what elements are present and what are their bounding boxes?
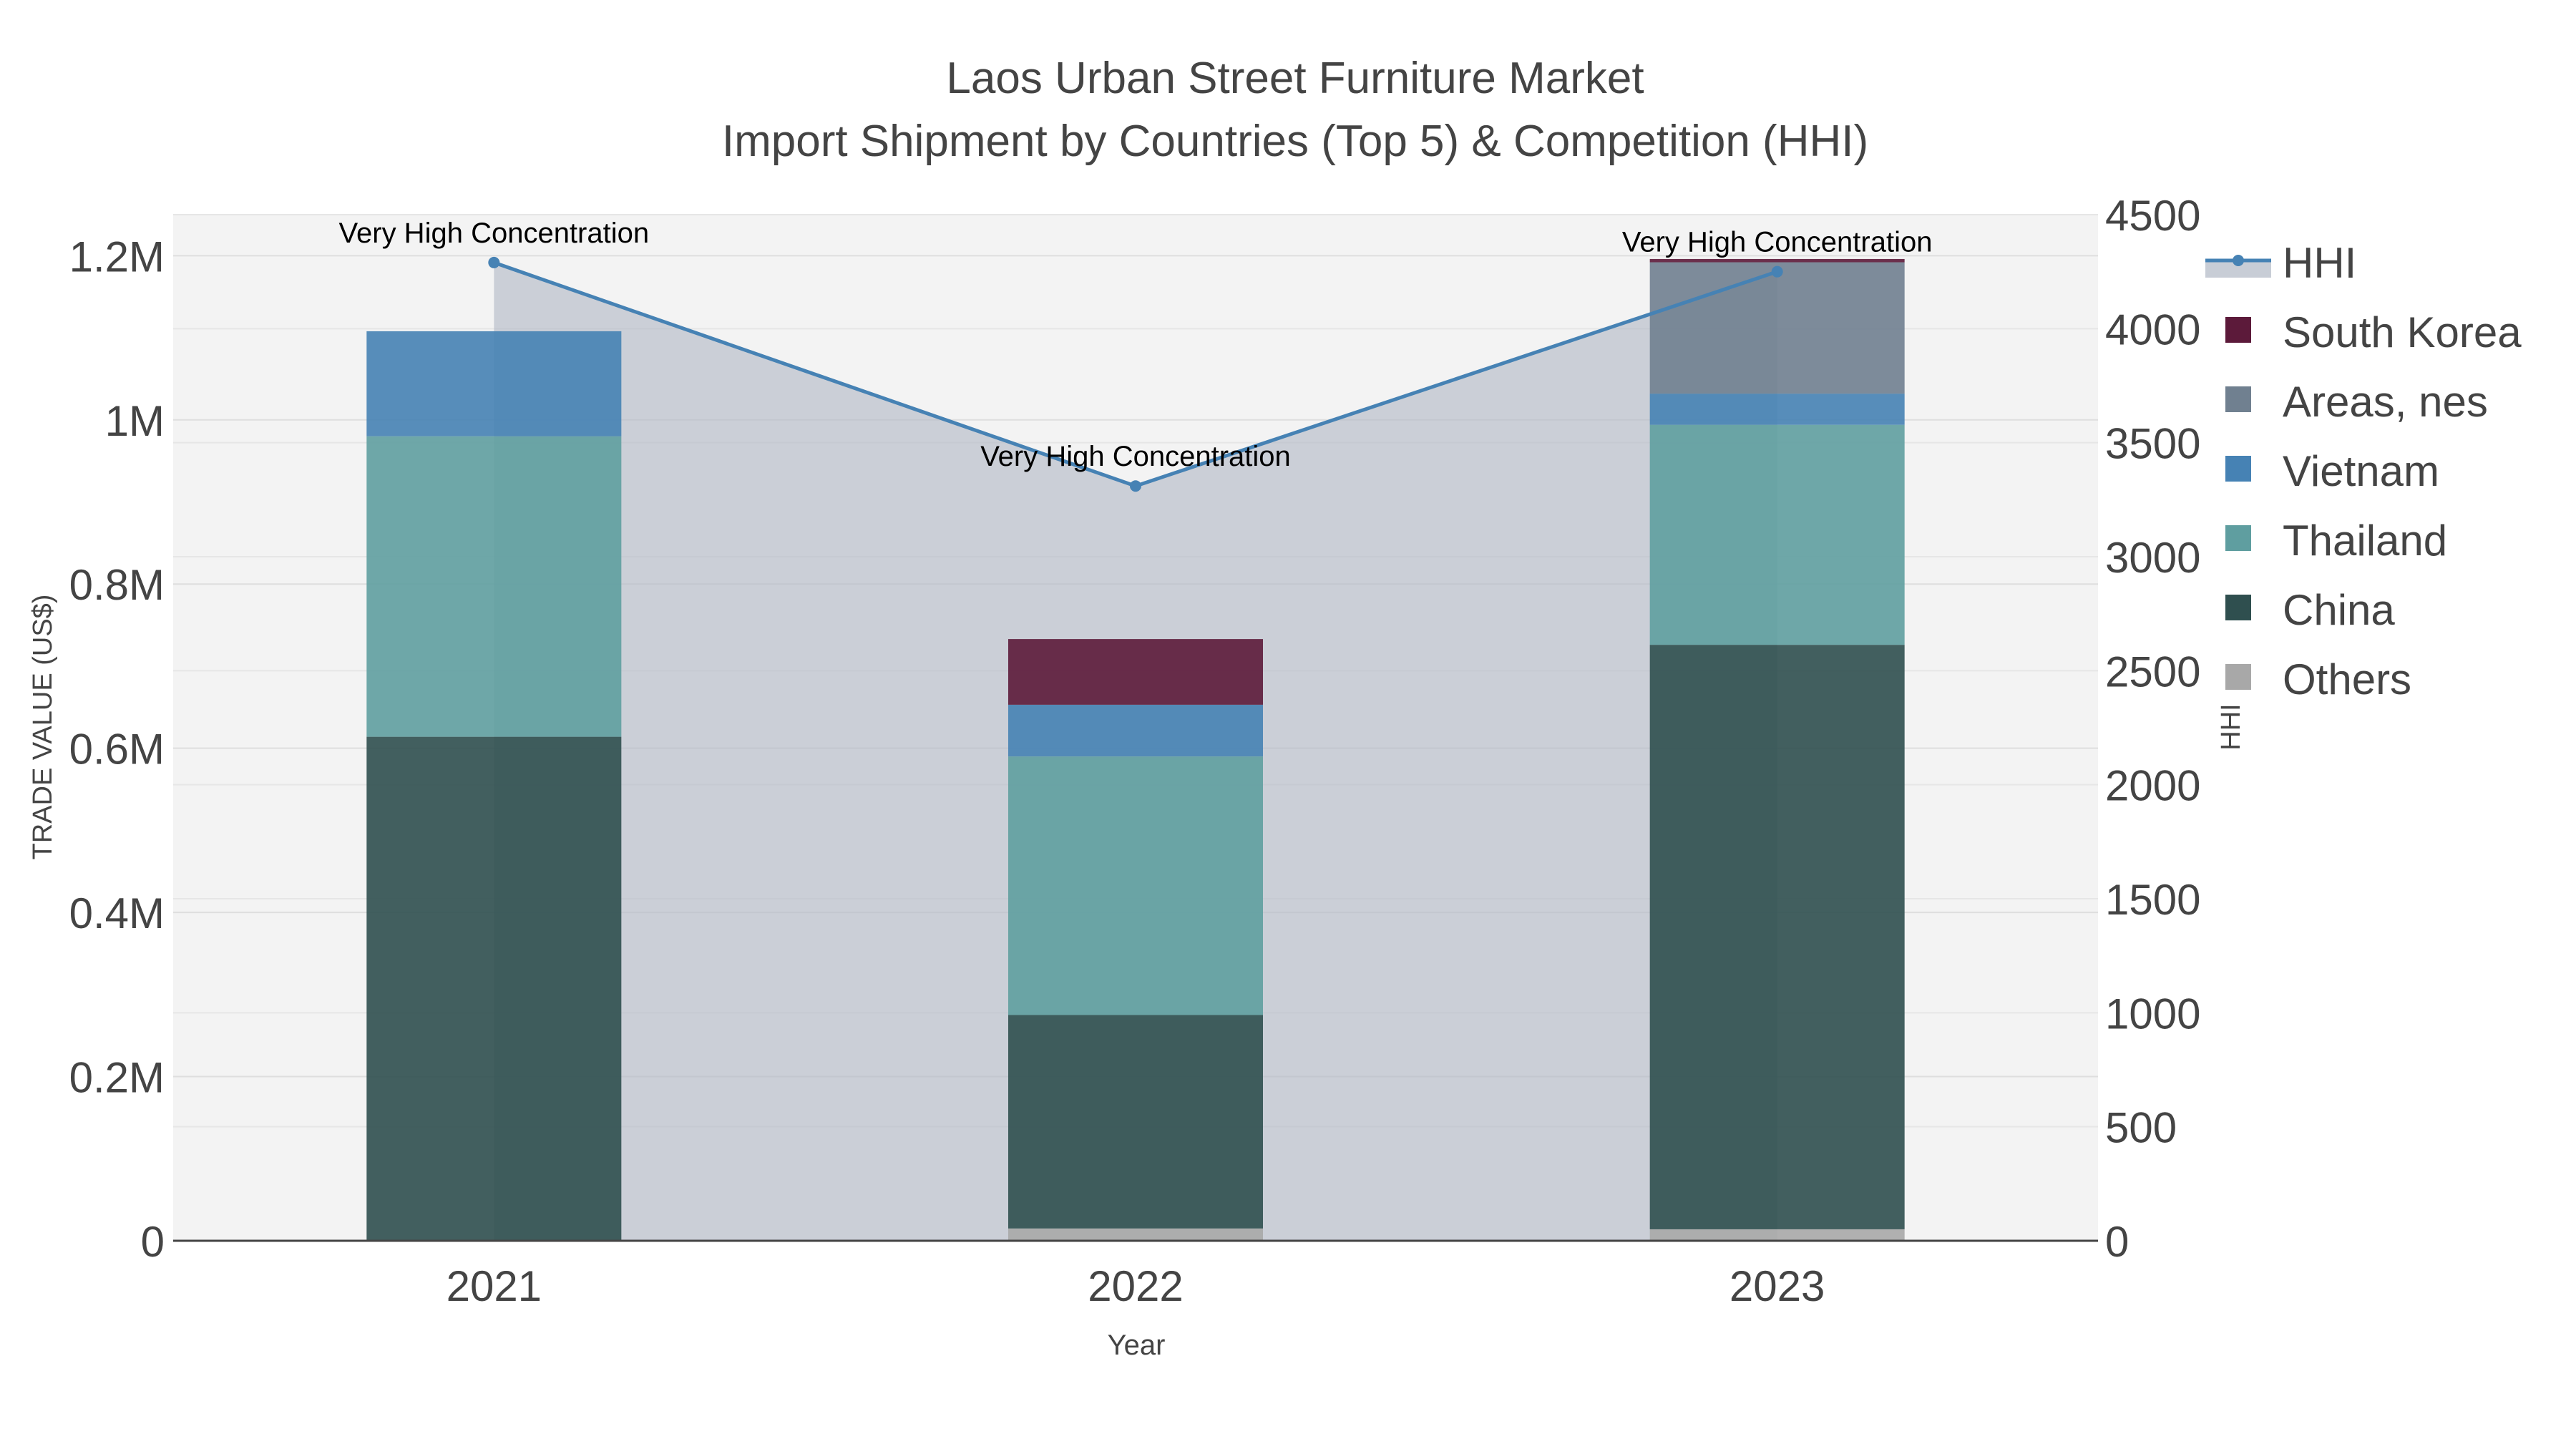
x-tick-label: 2021 <box>447 1262 542 1310</box>
chart-title-line2: Import Shipment by Countries (Top 5) & C… <box>722 117 1868 166</box>
y-axis-label: TRADE VALUE (US$) <box>28 595 58 860</box>
y2-tick-label: 500 <box>2105 1104 2177 1152</box>
y-tick-label: 1.2M <box>69 233 165 280</box>
legend-swatch <box>2225 664 2251 690</box>
bar-segment-china[interactable] <box>1649 645 1905 1229</box>
y2-tick-label: 1000 <box>2105 990 2200 1038</box>
y2-tick-label: 1500 <box>2105 876 2200 924</box>
hhi-annotation: Very High Concentration <box>1622 227 1933 258</box>
y2-tick-label: 4000 <box>2105 306 2200 353</box>
legend-label: China <box>2283 586 2395 634</box>
hhi-marker[interactable] <box>1771 265 1783 278</box>
y2-tick-label: 2000 <box>2105 762 2200 810</box>
bar-segment-vietnam[interactable] <box>1008 704 1263 757</box>
y-tick-label: 0.6M <box>69 726 165 774</box>
legend-swatch <box>2225 456 2251 482</box>
x-axis-label: Year <box>1108 1330 1166 1361</box>
legend-label: South Korea <box>2283 308 2522 356</box>
y-tick-label: 0.2M <box>69 1054 165 1102</box>
y-tick-label: 1M <box>105 397 165 445</box>
y-tick-label: 0 <box>141 1218 165 1266</box>
bar-segment-thailand[interactable] <box>1649 424 1905 645</box>
bar-segment-thailand[interactable] <box>366 436 622 737</box>
legend-label: HHI <box>2283 239 2356 287</box>
hhi-marker[interactable] <box>488 256 500 268</box>
bar-segment-china[interactable] <box>366 736 622 1241</box>
y2-tick-label: 3000 <box>2105 534 2200 582</box>
legend-swatch <box>2225 595 2251 620</box>
x-tick-label: 2023 <box>1729 1262 1825 1310</box>
y2-tick-label: 2500 <box>2105 648 2200 696</box>
legend-label: Thailand <box>2283 517 2447 565</box>
legend-swatch-marker <box>2233 255 2244 266</box>
legend-swatch <box>2225 525 2251 551</box>
bar-segment-south-korea[interactable] <box>1649 258 1905 263</box>
bar-segment-vietnam[interactable] <box>366 331 622 436</box>
chart-root: Very High Concentration Very High Concent… <box>0 0 2576 1449</box>
chart-title-line1: Laos Urban Street Furniture Market <box>946 54 1644 103</box>
hhi-annotation: Very High Concentration <box>339 218 650 249</box>
y-tick-label: 0.8M <box>69 561 165 609</box>
legend-swatch <box>2225 317 2251 343</box>
legend-swatch <box>2225 386 2251 412</box>
y2-tick-label: 0 <box>2105 1218 2129 1266</box>
bar-segment-vietnam[interactable] <box>1649 394 1905 425</box>
legend-label: Others <box>2283 655 2411 703</box>
bar-segment-thailand[interactable] <box>1008 756 1263 1015</box>
legend-label: Areas, nes <box>2283 378 2488 426</box>
y2-tick-label: 4500 <box>2105 192 2200 240</box>
bar-segment-others[interactable] <box>1008 1228 1263 1241</box>
bar-segment-areas-nes[interactable] <box>1649 262 1905 394</box>
bar-segment-china[interactable] <box>1008 1015 1263 1229</box>
legend-label: Vietnam <box>2283 447 2439 495</box>
y2-axis-label: HHI <box>2216 703 2246 750</box>
y-tick-label: 0.4M <box>69 889 165 937</box>
hhi-annotation: Very High Concentration <box>980 441 1291 472</box>
bar-segment-south-korea[interactable] <box>1008 639 1263 705</box>
hhi-marker[interactable] <box>1130 480 1141 492</box>
x-tick-label: 2022 <box>1088 1262 1183 1310</box>
y2-tick-label: 3500 <box>2105 420 2200 468</box>
bar-segment-others[interactable] <box>1649 1229 1905 1241</box>
